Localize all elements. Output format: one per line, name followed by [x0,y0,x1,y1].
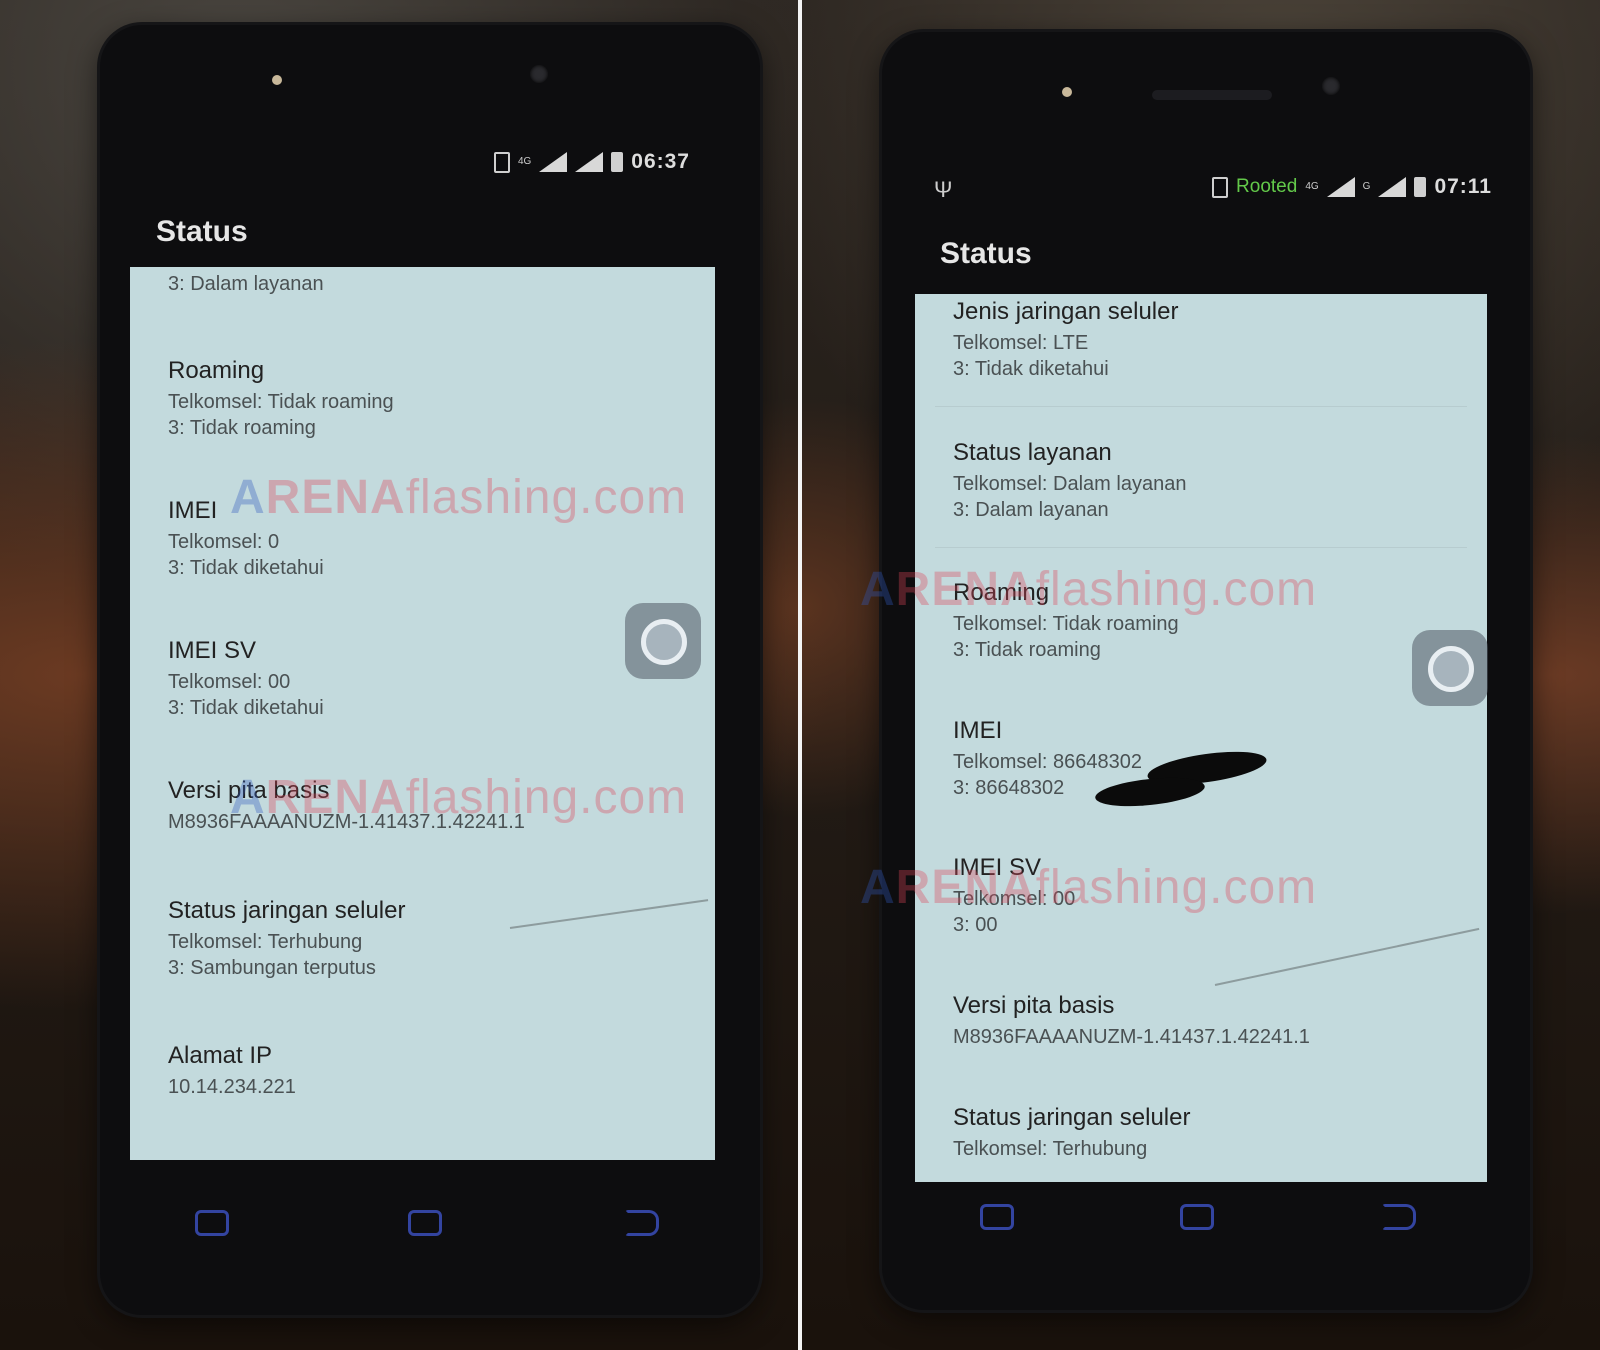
usb-icon: Ψ [934,177,953,202]
list-item-label: Alamat IP [168,1042,273,1069]
back-button[interactable] [625,1210,659,1236]
list-item-label: Status jaringan seluler [953,1104,1191,1131]
back-button[interactable] [1382,1204,1416,1230]
assistive-ring-icon [641,619,687,665]
floating-assistive-button[interactable] [625,603,701,679]
list-item-ip-address[interactable]: Alamat IP 10.14.234.221 [168,1042,296,1100]
page-title: Status [156,215,248,248]
sim-icon [493,151,510,173]
list-item-value: 3: Tidak diketahui [168,697,324,719]
list-item-value: Telkomsel: LTE [953,332,1089,354]
earpiece [1152,90,1272,100]
recent-apps-button[interactable] [195,1210,229,1236]
right-status-list: Jenis jaringan seluler Telkomsel: LTE 3:… [915,294,1487,1182]
signal-icon [539,152,568,172]
list-item-value: 3: Tidak diketahui [953,358,1109,380]
watermark: ARENAflashing.com [860,861,1318,914]
list-item-network-state[interactable]: Status jaringan seluler Telkomsel: Terhu… [953,1104,1190,1162]
watermark: ARENAflashing.com [860,563,1318,616]
screen-crack [509,899,709,929]
list-item-value: Telkomsel: 86648302 [953,751,1143,773]
list-item-value: Telkomsel: Tidak roaming [168,391,394,413]
front-camera [1322,77,1340,95]
list-item-value: M8936FAAAANUZM-1.41437.1.42241.1 [953,1026,1310,1048]
list-item-value: 3: Tidak roaming [953,639,1101,661]
list-item-value: 3: Sambungan terputus [168,957,376,979]
home-button[interactable] [1180,1204,1214,1230]
list-item-partial: 3: Dalam layanan [168,273,324,295]
front-led [1062,87,1072,97]
list-item-imei-sv[interactable]: IMEI SV Telkomsel: 00 3: Tidak diketahui [168,637,324,721]
list-item-label: Status layanan [953,439,1112,466]
right-phone: Ψ Rooted 4G G 07:11 Status Jenis jaringa… [882,32,1530,1310]
list-item-network-type[interactable]: Jenis jaringan seluler Telkomsel: LTE 3:… [953,298,1178,382]
list-item-label: Status jaringan seluler [168,897,406,924]
home-button[interactable] [408,1210,442,1236]
divider [935,547,1467,548]
list-item-network-state[interactable]: Status jaringan seluler Telkomsel: Terhu… [168,897,405,981]
signal-icon [1326,177,1355,197]
list-item-value: 10.14.234.221 [168,1076,296,1098]
list-item-value: Telkomsel: Terhubung [168,931,363,953]
signal-icon [575,152,604,172]
list-item-value: 3: Tidak diketahui [168,557,324,579]
list-item-value: 3: Dalam layanan [953,499,1109,521]
list-item-label: IMEI [953,717,1003,744]
battery-icon [1414,177,1427,197]
list-item-label: Roaming [168,357,265,384]
divider [935,406,1467,407]
battery-icon [611,152,624,172]
network-type-icon: 4G [1305,181,1319,192]
list-item-value: Telkomsel: Dalam layanan [953,473,1187,495]
list-item-service-state[interactable]: Status layanan Telkomsel: Dalam layanan … [953,439,1186,523]
list-item-label: IMEI SV [168,637,257,664]
right-status-bar: Rooted 4G G 07:11 [1152,172,1492,202]
watermark: ARENAflashing.com [230,471,688,524]
signal-icon [1378,177,1407,197]
list-item-roaming[interactable]: Roaming Telkomsel: Tidak roaming 3: Tida… [168,357,394,441]
sim-icon [1212,176,1229,198]
list-item-value: 3: Tidak roaming [168,417,316,439]
list-item-value: 3: 00 [953,914,998,936]
list-item-label: Versi pita basis [953,992,1115,1019]
network-type-icon: G [1362,181,1371,192]
floating-assistive-button[interactable] [1412,630,1488,706]
assistive-ring-icon [1428,646,1474,692]
clock: 07:11 [1434,175,1492,198]
screen-crack [1214,927,1480,986]
collage-divider [798,0,802,1350]
left-status-bar: 4G 06:37 [400,147,690,177]
left-status-list: 3: Dalam layanan Roaming Telkomsel: Tida… [130,267,715,1160]
list-item-value: Telkomsel: 00 [168,671,291,693]
left-phone: 4G 06:37 Status 3: Dalam layanan Roaming… [100,25,760,1315]
list-item-label: Jenis jaringan seluler [953,298,1179,325]
clock: 06:37 [631,150,690,173]
page-title: Status [940,237,1032,270]
list-item-value: Telkomsel: Terhubung [953,1138,1148,1160]
rooted-indicator: Rooted [1236,176,1298,197]
network-type-icon: 4G [517,156,532,167]
list-item-baseband[interactable]: Versi pita basis M8936FAAAANUZM-1.41437.… [953,992,1310,1050]
front-camera [530,65,548,83]
watermark: ARENAflashing.com [230,771,688,824]
list-item-value: Telkomsel: 0 [168,531,280,553]
recent-apps-button[interactable] [980,1204,1014,1230]
front-led [272,75,282,85]
